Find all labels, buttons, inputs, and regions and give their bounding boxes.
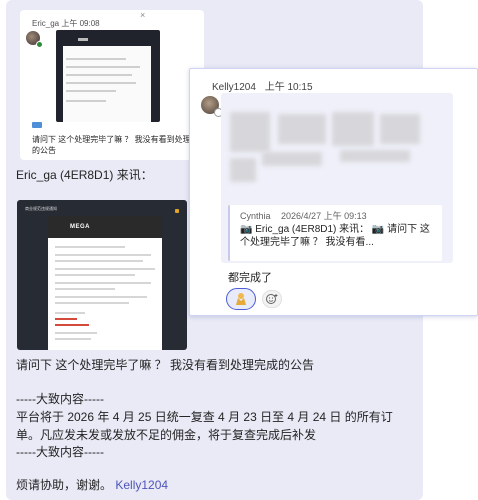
settings-icon bbox=[175, 209, 179, 213]
quoted-screenshot-thumbnail[interactable] bbox=[56, 30, 160, 122]
attachment-highlight bbox=[55, 324, 89, 326]
link-icon bbox=[32, 122, 42, 128]
thumbnail-line bbox=[66, 74, 132, 76]
add-emoji-button[interactable] bbox=[262, 290, 282, 308]
blurred-content bbox=[332, 112, 374, 146]
reply-author: Kelly1204 bbox=[212, 82, 256, 93]
reply-text: 都完成了 bbox=[228, 272, 272, 284]
thumbnail-line bbox=[66, 66, 140, 68]
attachment-line bbox=[55, 332, 97, 334]
attachment-line bbox=[55, 302, 129, 304]
thumbnail-line bbox=[66, 82, 136, 84]
quoted-message-card[interactable]: Eric_ga 上午 09:08 × 请问下 这个处理完毕了嘛 ？ 我没有看到处… bbox=[20, 10, 207, 160]
reply-time: 上午 10:15 bbox=[264, 82, 313, 93]
blurred-content bbox=[340, 150, 410, 162]
content-divider-start: -----大致内容----- bbox=[16, 392, 104, 406]
attachment-line bbox=[55, 282, 151, 284]
blurred-content bbox=[230, 158, 256, 182]
content-divider-end: -----大致内容----- bbox=[16, 445, 104, 459]
attachment-line bbox=[55, 246, 125, 248]
blurred-content bbox=[380, 114, 420, 144]
attachment-image[interactable]: 商业规范违规通知 MEGA bbox=[17, 200, 187, 350]
quote-text: 📷 Eric_ga (4ER8D1) 来讯： 📷 请问下 这个处理完毕了嘛 ？ … bbox=[240, 224, 430, 248]
attachment-line bbox=[55, 268, 155, 270]
attachment-line bbox=[55, 260, 143, 262]
blurred-content bbox=[278, 114, 326, 144]
attachment-line bbox=[55, 312, 85, 314]
content-line: 平台将于 2026 年 4 月 25 日统一复查 4 月 23 日至 4 月 2… bbox=[16, 410, 393, 424]
quoted-message-text: 请问下 这个处理完毕了嘛 ？ 我没有看到处理完成的公告 bbox=[32, 135, 207, 155]
attachment-line bbox=[55, 296, 147, 298]
attachment-header: MEGA bbox=[48, 216, 162, 238]
reaction-button[interactable] bbox=[226, 288, 256, 310]
attachment-line bbox=[55, 338, 91, 340]
quote-author: Cynthia bbox=[240, 211, 271, 221]
presence-badge bbox=[36, 41, 43, 48]
quote-header: Cynthia 2026/4/27 上午 09:13 bbox=[240, 209, 367, 222]
attachment-title: 商业规范违规通知 bbox=[25, 206, 57, 211]
thumbnail-line bbox=[66, 58, 126, 60]
thumbnail-line bbox=[66, 90, 116, 92]
content-line: 单。凡应发未发或发放不足的佣金，将于复查完成后补发 bbox=[16, 428, 317, 442]
raising-hands-icon bbox=[236, 293, 246, 305]
blurred-content bbox=[230, 112, 270, 152]
thumbnail-logo bbox=[78, 38, 88, 41]
thumbnail-line bbox=[66, 100, 106, 102]
blurred-content bbox=[262, 152, 322, 166]
attachment-line bbox=[55, 254, 151, 256]
question-text: 请问下 这个处理完毕了嘛 ？ 我没有看到处理完成的公告 bbox=[16, 358, 315, 372]
add-emoji-icon bbox=[266, 294, 278, 304]
attachment-highlight bbox=[55, 318, 77, 320]
attachment-line bbox=[55, 288, 115, 290]
close-icon[interactable]: × bbox=[140, 10, 145, 20]
reply-header: Kelly1204 上午 10:15 bbox=[212, 78, 313, 93]
closing-text: 烦请协助，谢谢。 bbox=[16, 478, 113, 492]
attachment-line bbox=[55, 274, 135, 276]
closing-line: 烦请协助，谢谢。 Kelly1204 bbox=[16, 476, 168, 493]
quote-time: 2026/4/27 上午 09:13 bbox=[281, 211, 367, 221]
quoted-author-time: Eric_ga 上午 09:08 bbox=[32, 19, 100, 28]
mention-link[interactable]: Kelly1204 bbox=[115, 478, 168, 492]
forwarded-from-line: Eric_ga (4ER8D1) 来讯： bbox=[16, 168, 153, 182]
mega-logo: MEGA bbox=[70, 224, 90, 230]
